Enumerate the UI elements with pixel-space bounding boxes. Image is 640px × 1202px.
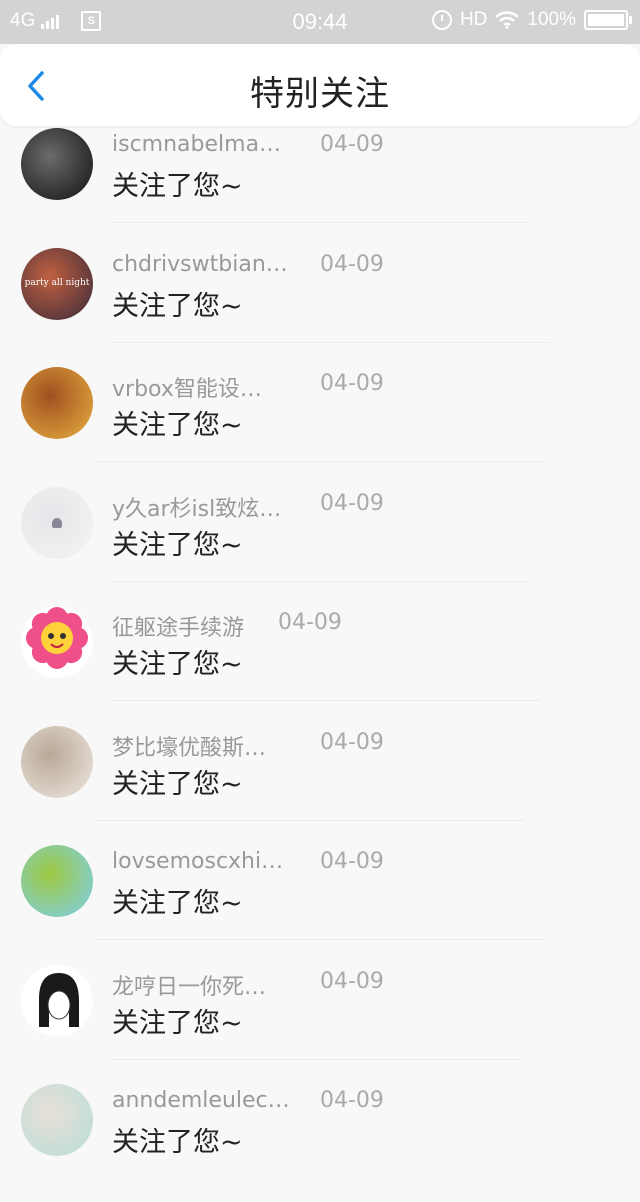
divider <box>110 1059 520 1060</box>
username[interactable]: 征躯途手续游 <box>112 610 244 642</box>
divider <box>110 581 530 582</box>
message-text: 关注了您~ <box>112 649 243 680</box>
list-item[interactable]: 征躯途手续游 04-09 关注了您~ <box>0 604 640 724</box>
divider <box>110 700 540 701</box>
avatar[interactable] <box>21 726 93 798</box>
username[interactable]: anndemleulec… <box>112 1088 290 1113</box>
timestamp: 04-09 <box>320 132 384 157</box>
girl-sketch-icon <box>39 973 79 1027</box>
list-item[interactable]: y久ar杉isl致炫… 04-09 关注了您~ <box>0 485 640 605</box>
message-text: 关注了您~ <box>112 769 243 800</box>
list-item[interactable]: vrbox智能设… 04-09 关注了您~ <box>0 365 640 485</box>
message-text: 关注了您~ <box>112 1008 243 1039</box>
message-text: 关注了您~ <box>112 530 243 561</box>
message-text: 关注了您~ <box>112 1127 243 1158</box>
list-item[interactable]: lovsemoscxhi… 04-09 关注了您~ <box>0 843 640 963</box>
timestamp: 04-09 <box>320 1088 384 1113</box>
timestamp: 04-09 <box>320 849 384 874</box>
timestamp: 04-09 <box>320 491 384 516</box>
list-item[interactable]: iscmnabelma… 04-09 关注了您~ <box>0 126 640 246</box>
avatar-caption: party all night <box>24 278 90 288</box>
message-text: 关注了您~ <box>112 410 243 441</box>
username[interactable]: 龙哼日一你死… <box>112 969 266 1001</box>
divider <box>94 461 544 462</box>
timestamp: 04-09 <box>278 610 342 635</box>
username[interactable]: 梦比壕优酸斯… <box>112 730 266 762</box>
avatar[interactable] <box>21 606 93 678</box>
list-item[interactable]: 龙哼日一你死… 04-09 关注了您~ <box>0 963 640 1083</box>
avatar[interactable] <box>21 128 93 200</box>
username[interactable]: y久ar杉isl致炫… <box>112 491 281 523</box>
username[interactable]: iscmnabelma… <box>112 132 281 157</box>
alarm-icon <box>431 10 452 30</box>
list-item[interactable]: anndemleulec… 04-09 关注了您~ <box>0 1082 640 1202</box>
wifi-icon <box>495 11 520 29</box>
message-text: 关注了您~ <box>112 888 243 919</box>
list-item[interactable]: 梦比壕优酸斯… 04-09 关注了您~ <box>0 724 640 844</box>
username[interactable]: vrbox智能设… <box>112 371 262 403</box>
header: 特别关注 <box>0 44 640 126</box>
ghost-icon <box>52 518 62 528</box>
avatar[interactable] <box>21 845 93 917</box>
divider <box>110 342 550 343</box>
avatar[interactable] <box>21 965 93 1037</box>
avatar[interactable] <box>21 1084 93 1156</box>
flower-icon <box>26 607 88 669</box>
username[interactable]: lovsemoscxhi… <box>112 849 283 874</box>
battery-icon <box>584 10 632 30</box>
status-right: HD 100% <box>431 9 632 31</box>
username[interactable]: chdrivswtbian… <box>112 252 288 277</box>
timestamp: 04-09 <box>320 371 384 396</box>
timestamp: 04-09 <box>320 969 384 994</box>
avatar[interactable]: party all night <box>21 248 93 320</box>
list-item[interactable]: party all night chdrivswtbian… 04-09 关注了您~ <box>0 246 640 366</box>
timestamp: 04-09 <box>320 730 384 755</box>
status-bar: 4G S 09:44 HD 100% <box>0 0 640 44</box>
avatar[interactable] <box>21 367 93 439</box>
hd-badge: HD <box>459 9 488 30</box>
avatar[interactable] <box>21 487 93 559</box>
message-text: 关注了您~ <box>112 171 243 202</box>
page-title: 特别关注 <box>250 74 390 114</box>
message-text: 关注了您~ <box>112 291 243 322</box>
divider <box>94 820 524 821</box>
divider <box>110 222 530 223</box>
battery-percent: 100% <box>527 9 576 30</box>
timestamp: 04-09 <box>320 252 384 277</box>
divider <box>94 939 544 940</box>
